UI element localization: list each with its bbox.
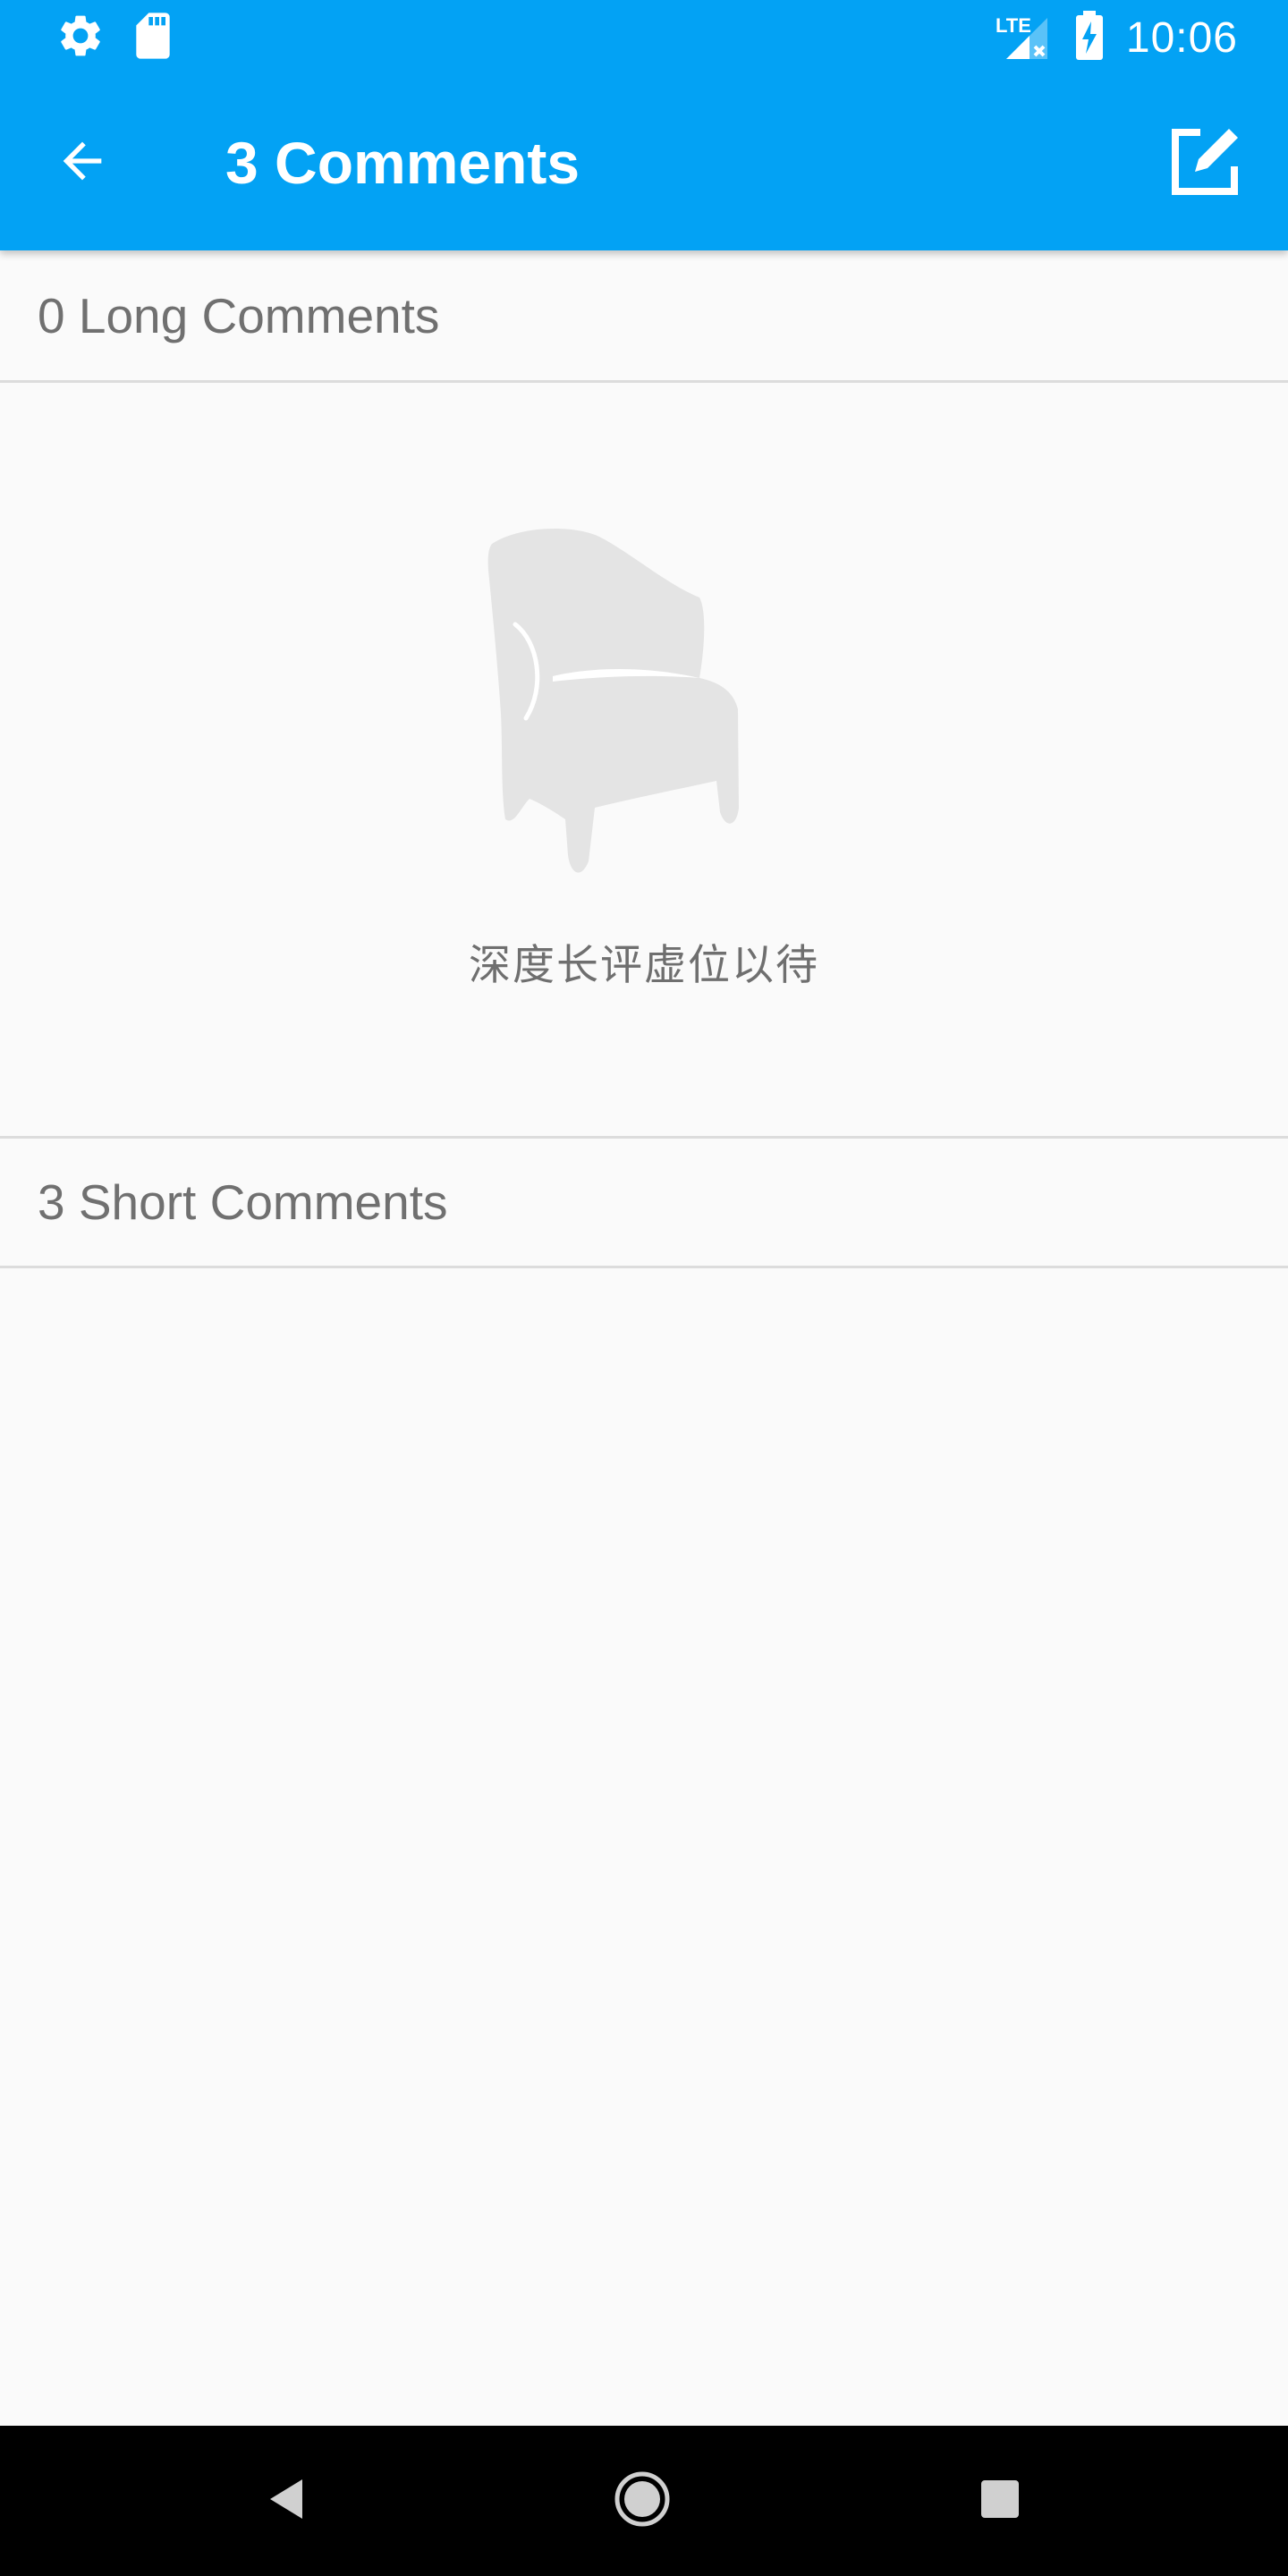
- short-comments-list[interactable]: [0, 1268, 1288, 2426]
- status-bar: LTE 10:06: [0, 0, 1288, 75]
- status-bar-left: [55, 11, 175, 65]
- arrow-back-icon: [54, 132, 111, 194]
- long-comments-label: 0 Long Comments: [38, 287, 440, 343]
- battery-charging-icon: [1074, 10, 1105, 65]
- write-comment-button[interactable]: [1159, 116, 1252, 209]
- status-bar-right: LTE 10:06: [994, 9, 1238, 66]
- settings-icon: [55, 11, 106, 65]
- nav-home-icon: [611, 2468, 674, 2535]
- status-time: 10:06: [1125, 13, 1238, 62]
- nav-recents-button[interactable]: [966, 2467, 1034, 2535]
- sd-card-icon: [131, 11, 175, 65]
- short-comments-label: 3 Short Comments: [38, 1174, 448, 1230]
- long-comments-empty-state: 深度长评虚位以待: [0, 383, 1288, 1136]
- nav-back-icon: [265, 2476, 308, 2527]
- page-title: 3 Comments: [225, 130, 580, 196]
- short-comments-header: 3 Short Comments: [0, 1136, 1288, 1268]
- toolbar: 3 Comments: [0, 75, 1288, 250]
- nav-back-button[interactable]: [252, 2467, 320, 2535]
- armchair-icon: [465, 517, 778, 875]
- comments-screen: LTE 10:06 3 Comments 0 Long Comments 深度长…: [0, 0, 1288, 2576]
- navigation-bar: [0, 2426, 1288, 2576]
- empty-state-message: 深度长评虚位以待: [469, 941, 819, 990]
- lte-signal-icon: LTE: [994, 11, 1053, 65]
- edit-icon: [1170, 125, 1241, 201]
- nav-home-button[interactable]: [608, 2467, 676, 2535]
- long-comments-header: 0 Long Comments: [0, 250, 1288, 383]
- app-bar: LTE 10:06 3 Comments: [0, 0, 1288, 250]
- back-button[interactable]: [39, 120, 125, 206]
- svg-text:LTE: LTE: [996, 14, 1031, 37]
- nav-recents-icon: [979, 2479, 1021, 2524]
